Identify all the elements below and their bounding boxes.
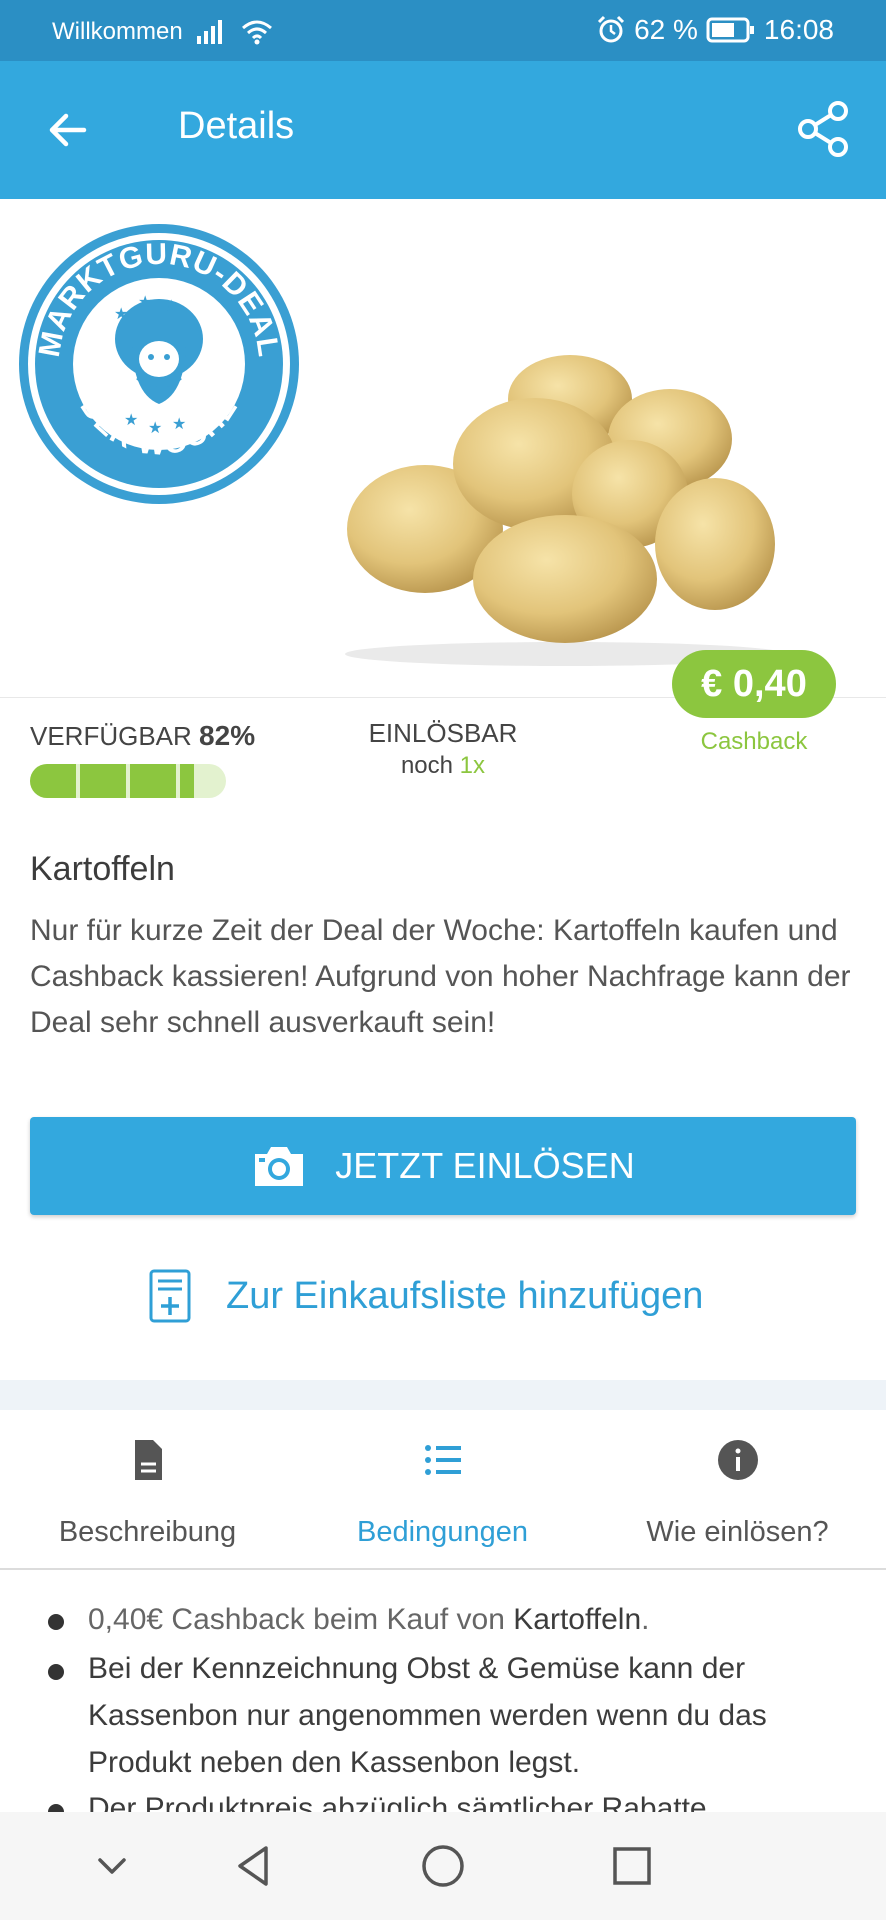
- add-to-shopping-list-button[interactable]: Zur Einkaufsliste hinzufügen: [148, 1268, 703, 1324]
- svg-text:★: ★: [138, 294, 152, 311]
- svg-text:★: ★: [172, 416, 186, 433]
- app-bar: Details: [0, 61, 886, 199]
- redeemable-count-value: 1x: [459, 752, 486, 779]
- tab-conditions[interactable]: Bedingungen: [295, 1410, 590, 1568]
- battery-percent: 62 %: [634, 14, 698, 45]
- page-title: Details: [178, 105, 295, 147]
- availability-value: 82%: [199, 720, 256, 751]
- add-to-list-icon: [149, 1269, 191, 1323]
- redeem-now-label: JETZT EINLÖSEN: [335, 1145, 635, 1186]
- tab-description[interactable]: Beschreibung: [0, 1410, 295, 1568]
- potatoes-image: [345, 355, 785, 666]
- svg-text:★: ★: [114, 306, 128, 323]
- progress-segment: [180, 764, 194, 798]
- condition-item: Der Produktpreis abzüglich sämtlicher Ra…: [88, 1792, 707, 1812]
- svg-text:★: ★: [148, 420, 162, 437]
- status-bar: Willkommen 62 % 16:08: [0, 0, 886, 61]
- bullet: [48, 1614, 64, 1630]
- product-title: Kartoffeln: [30, 850, 175, 888]
- add-to-list-label: Zur Einkaufsliste hinzufügen: [226, 1274, 704, 1317]
- svg-text:★: ★: [164, 298, 178, 315]
- availability-progress-bar: [30, 764, 226, 798]
- detail-tabs: Beschreibung Bedingungen Wie einlösen?: [0, 1410, 886, 1570]
- condition-product-name: Kartoffeln: [513, 1603, 642, 1636]
- back-triangle-icon[interactable]: [226, 1838, 282, 1894]
- condition-item: Bei der Kennzeichnung Obst & Gemüse kann…: [88, 1652, 767, 1779]
- availability-label-text: VERFÜGBAR: [30, 721, 192, 751]
- list-icon: [424, 1445, 461, 1475]
- condition-item: 0,40€ Cashback beim Kauf von Kartoffeln.: [88, 1595, 868, 1645]
- battery-icon: [706, 17, 754, 43]
- clock: 16:08: [763, 14, 834, 45]
- svg-text:★: ★: [124, 412, 138, 429]
- tab-how-to-redeem[interactable]: Wie einlösen?: [590, 1410, 885, 1568]
- progress-segment: [80, 764, 126, 798]
- camera-icon: [255, 1147, 304, 1186]
- bullet: [48, 1804, 64, 1812]
- condition-item-suffix: .: [641, 1603, 650, 1636]
- cashback-label: Cashback: [700, 728, 808, 755]
- system-navigation-bar: [0, 1812, 886, 1920]
- redeem-now-button[interactable]: JETZT EINLÖSEN: [30, 1117, 856, 1215]
- info-icon: [717, 1440, 758, 1480]
- signal-icon: [196, 20, 222, 44]
- cashback-price-badge: € 0,40: [672, 650, 836, 718]
- carrier-label: Willkommen: [52, 18, 183, 45]
- redeemable-prefix: noch: [400, 752, 453, 779]
- bullet: [48, 1664, 64, 1680]
- share-icon[interactable]: [794, 99, 854, 159]
- wifi-icon: [241, 20, 272, 45]
- chevron-down-icon[interactable]: [84, 1838, 140, 1894]
- document-icon: [134, 1440, 162, 1480]
- alarm-icon: [598, 15, 625, 43]
- progress-segment: [130, 764, 176, 798]
- home-circle-icon[interactable]: [415, 1838, 471, 1894]
- recents-square-icon[interactable]: [604, 1838, 660, 1894]
- product-hero: MARKTGURU-DEAL DER WOCHE ★ ★ ★ ★ ★ ★: [0, 199, 886, 697]
- tab-how-to-redeem-label: Wie einlösen?: [646, 1516, 829, 1548]
- redeemable-count: noch 1x: [330, 752, 556, 780]
- progress-segment: [30, 764, 76, 798]
- tab-conditions-label: Bedingungen: [357, 1516, 528, 1548]
- section-separator: [0, 1380, 886, 1410]
- back-arrow-icon[interactable]: [44, 106, 92, 154]
- redeemable-label: EINLÖSBAR: [368, 718, 518, 748]
- condition-item-text: 0,40€ Cashback beim Kauf von: [88, 1603, 514, 1636]
- deal-of-the-week-badge: MARKTGURU-DEAL DER WOCHE ★ ★ ★ ★ ★ ★: [19, 224, 299, 504]
- tab-description-label: Beschreibung: [58, 1516, 237, 1548]
- availability-label: VERFÜGBAR 82%: [30, 720, 255, 752]
- conditions-list: 0,40€ Cashback beim Kauf von Kartoffeln.…: [0, 1572, 886, 1812]
- product-description: Nur für kurze Zeit der Deal der Woche: K…: [30, 914, 851, 1039]
